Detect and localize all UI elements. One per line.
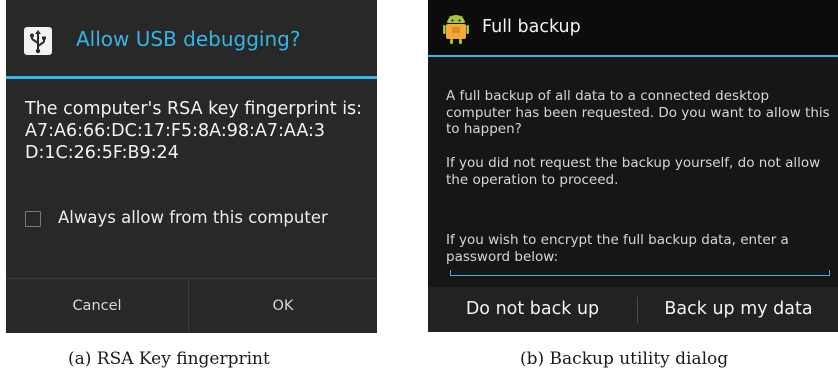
always-allow-checkbox[interactable] [25, 211, 41, 227]
fingerprint-line-2: D:1C:26:5F:B9:24 [25, 143, 179, 163]
ok-button[interactable]: OK [189, 279, 377, 333]
dialog-message: The computer's RSA key fingerprint is: A… [25, 98, 370, 164]
dialog-title-bar: Full backup [428, 0, 838, 57]
dialog-body: A full backup of all data to a connected… [428, 57, 838, 287]
always-allow-label[interactable]: Always allow from this computer [58, 208, 328, 227]
dialog-button-bar: Cancel OK [6, 278, 377, 333]
cancel-button[interactable]: Cancel [6, 279, 188, 333]
back-up-my-data-button[interactable]: Back up my data [638, 287, 838, 332]
fingerprint-line-1: A7:A6:66:DC:17:F5:8A:98:A7:AA:3 [25, 121, 326, 141]
encrypt-instruction-text: If you wish to encrypt the full backup d… [446, 232, 789, 265]
title-divider [6, 76, 377, 79]
caption-a: (a) RSA Key fingerprint [68, 349, 270, 369]
usb-icon [24, 27, 52, 55]
backup-warning-text: If you did not request the backup yourse… [446, 155, 821, 188]
full-backup-dialog: Full backup A full backup of all data to… [428, 0, 838, 332]
dialog-title-bar: Allow USB debugging? [6, 0, 377, 78]
message-text: The computer's RSA key fingerprint is: [25, 99, 363, 119]
caption-b: (b) Backup utility dialog [520, 349, 729, 369]
backup-request-text: A full backup of all data to a connected… [446, 88, 830, 137]
dialog-title: Full backup [482, 17, 581, 37]
do-not-back-up-button[interactable]: Do not back up [428, 287, 637, 332]
usb-debugging-dialog: Allow USB debugging? The computer's RSA … [6, 0, 377, 333]
dialog-button-bar: Do not back up Back up my data [428, 287, 838, 332]
android-icon [443, 15, 469, 44]
password-input[interactable] [450, 270, 830, 276]
dialog-title: Allow USB debugging? [76, 27, 301, 51]
